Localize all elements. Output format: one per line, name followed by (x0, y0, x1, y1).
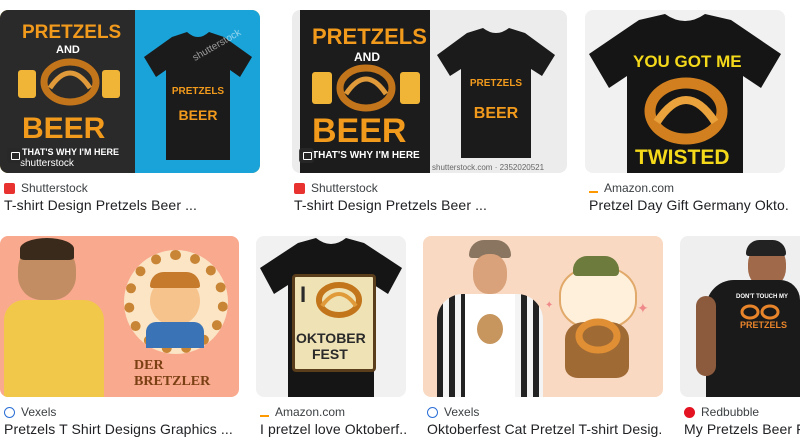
design-text-top: YOU GOT ME (633, 52, 742, 71)
result-thumbnail[interactable]: PRETZELS AND BEER THAT'S WHY I'M HERE PR… (0, 10, 260, 173)
cat-hat (573, 256, 619, 276)
result-source[interactable]: Redbubble (684, 405, 759, 419)
beer-mug-icon (400, 72, 420, 104)
source-label: Redbubble (701, 405, 760, 419)
svg-text:PRETZELS: PRETZELS (470, 78, 523, 89)
tshirt-image (4, 300, 104, 397)
result-thumbnail[interactable]: YOU GOT ME TWISTED (585, 10, 785, 173)
tshirt-image (465, 294, 515, 397)
result-title[interactable]: Oktoberfest Cat Pretzel T-shirt Desig... (427, 421, 663, 437)
beer-mug-icon (18, 70, 36, 98)
source-label: Amazon.com (275, 405, 346, 419)
design-text-big: OKTOBER (296, 330, 366, 346)
character-clothes (146, 322, 204, 348)
image-icon (299, 148, 314, 163)
result-source[interactable]: Shutterstock (4, 181, 88, 195)
sparkle-icon: ✦ (637, 300, 649, 316)
beer-mug-icon (312, 72, 332, 104)
pretzel-icon (575, 318, 621, 359)
cat-print (477, 314, 503, 344)
design-text-top: PRETZELS (312, 24, 427, 49)
design-text-big: PRETZELS (740, 320, 788, 330)
design-text-sub: THAT'S WHY I'M HERE (312, 150, 420, 161)
tshirt-image: PRETZELS BEER (435, 28, 557, 165)
shutterstock-icon (4, 182, 15, 194)
pretzel-icon (336, 64, 396, 117)
svg-text:PRETZELS: PRETZELS (172, 86, 225, 97)
design-text-sub: THAT'S WHY I'M HERE (22, 147, 119, 157)
design-text-sub: FEST (312, 346, 348, 362)
watermark-text: shutterstock.com · 2352020521 (432, 163, 545, 172)
design-text-mid: AND (56, 44, 80, 56)
vexels-icon (427, 406, 438, 418)
pretzel-icon (314, 280, 364, 325)
design-text-top: PRETZELS (22, 22, 122, 43)
result-title[interactable]: Pretzels T Shirt Designs Graphics ... (4, 421, 240, 437)
svg-text:BEER: BEER (474, 105, 519, 122)
design-text-top: DON'T TOUCH MY (736, 294, 788, 300)
result-title[interactable]: Pretzel Day Gift Germany Okto... (589, 197, 789, 213)
design-text-big: BEER (312, 112, 407, 150)
source-label: Vexels (21, 405, 57, 419)
pretzel-icon (643, 76, 729, 151)
result-source[interactable]: Vexels (427, 405, 479, 419)
result-thumbnail[interactable]: ✦ ✦ (423, 236, 663, 397)
design-text-mid: AND (354, 50, 380, 64)
result-source[interactable]: Vexels (4, 405, 56, 419)
result-title[interactable]: T-shirt Design Pretzels Beer ... (294, 197, 567, 213)
result-source[interactable]: Shutterstock (294, 181, 378, 195)
result-thumbnail[interactable]: I OKTOBER FEST (256, 236, 406, 397)
shutterstock-icon (294, 182, 305, 194)
result-title[interactable]: I pretzel love Oktoberf... (260, 421, 406, 437)
result-thumbnail[interactable]: PRETZELS AND BEER THAT'S WHY I'M HERE PR… (292, 10, 567, 173)
design-text-big: BEER (22, 112, 106, 145)
design-text-big: DER BRETZLER (134, 358, 211, 389)
source-label: Amazon.com (604, 181, 675, 195)
design-text-big: TWISTED (635, 146, 730, 169)
result-title[interactable]: My Pretzels Beer F... (684, 421, 800, 437)
amazon-icon (260, 407, 269, 417)
result-title[interactable]: T-shirt Design Pretzels Beer ... (4, 197, 260, 213)
beer-mug-icon (102, 70, 120, 98)
watermark-text: shutterstock (20, 158, 74, 169)
vexels-icon (4, 406, 15, 418)
person-hair (746, 240, 786, 256)
result-thumbnail[interactable]: DON'T TOUCH MY PRETZELS (680, 236, 800, 397)
result-thumbnail[interactable]: DER BRETZLER (0, 236, 239, 397)
redbubble-icon (684, 406, 695, 418)
arm (696, 296, 716, 376)
character-hair (150, 272, 200, 288)
amazon-icon (589, 183, 598, 193)
result-source[interactable]: Amazon.com (260, 405, 345, 419)
design-text-top: I (300, 282, 307, 307)
sparkle-icon: ✦ (545, 300, 554, 311)
source-label: Shutterstock (21, 181, 88, 195)
result-source[interactable]: Amazon.com (589, 181, 674, 195)
person-hair (20, 238, 74, 260)
source-label: Vexels (444, 405, 480, 419)
person-photo (473, 254, 507, 294)
svg-text:BEER: BEER (179, 107, 218, 123)
pretzel-icon (40, 58, 100, 111)
image-icon (7, 148, 22, 163)
source-label: Shutterstock (311, 181, 378, 195)
